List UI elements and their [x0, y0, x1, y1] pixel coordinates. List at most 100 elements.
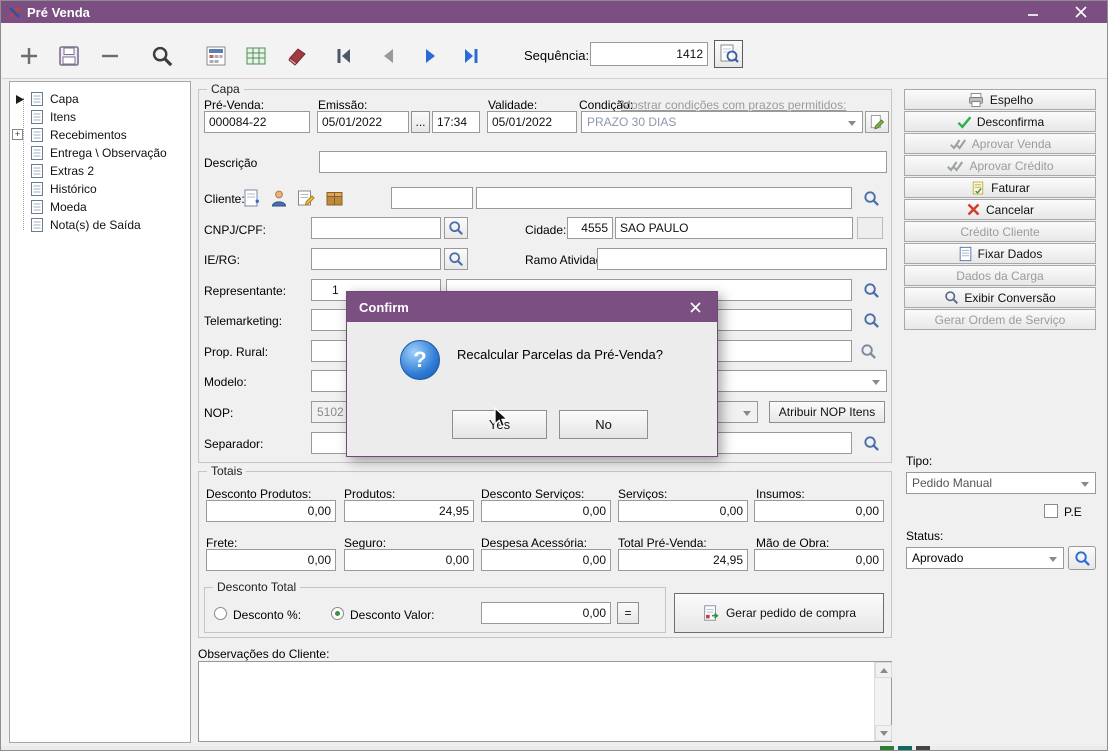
credito-cliente-button[interactable]: Crédito Cliente — [904, 221, 1096, 242]
espelho-button[interactable]: Espelho — [904, 89, 1096, 110]
cliente-package-button[interactable] — [322, 187, 346, 209]
cidade-label: Cidade: — [525, 223, 566, 237]
sidebar-item-capa[interactable]: Capa — [10, 90, 190, 108]
condicao-select[interactable]: PRAZO 30 DIAS — [581, 111, 863, 133]
produtos-input[interactable] — [344, 500, 474, 522]
total-pre-venda-input[interactable] — [618, 549, 748, 571]
aprovar-venda-button[interactable]: Aprovar Venda — [904, 133, 1096, 154]
cidade-extra-button[interactable] — [857, 217, 883, 239]
atribuir-nop-itens-button[interactable]: Atribuir NOP Itens — [769, 401, 885, 423]
mao-de-obra-label: Mão de Obra: — [756, 536, 829, 550]
frete-input[interactable] — [206, 549, 336, 571]
status-select[interactable]: Aprovado — [906, 547, 1064, 569]
pe-label: P.E — [1064, 505, 1082, 519]
equals-button[interactable]: = — [617, 602, 639, 624]
aprovar-credito-button[interactable]: Aprovar Crédito — [904, 155, 1096, 176]
cnpj-cpf-input[interactable] — [311, 217, 441, 239]
ie-rg-input[interactable] — [311, 248, 441, 270]
expand-plus-icon[interactable]: + — [12, 129, 23, 140]
emissao-time-input[interactable] — [432, 111, 480, 133]
emissao-more-button[interactable]: ... — [411, 111, 430, 133]
sidebar-item-historico[interactable]: Histórico — [10, 180, 190, 198]
calculator-button[interactable] — [202, 42, 230, 70]
faturar-button[interactable]: Faturar — [904, 177, 1096, 198]
prop-rural-search-button[interactable] — [856, 340, 880, 362]
status-search-button[interactable] — [1068, 546, 1096, 570]
condicao-link[interactable]: Mostrar condições com prazos permitidos: — [621, 98, 846, 112]
ramo-atividade-input[interactable] — [597, 248, 887, 270]
desconto-produtos-input[interactable] — [206, 500, 336, 522]
despesa-acessoria-input[interactable] — [481, 549, 611, 571]
sequence-input[interactable] — [590, 42, 708, 66]
desconto-valor-input[interactable] — [481, 602, 611, 624]
mao-de-obra-input[interactable] — [754, 549, 884, 571]
pre-venda-label: Pré-Venda: — [204, 98, 264, 112]
minimize-button[interactable] — [1011, 1, 1055, 23]
cliente-code-input[interactable] — [391, 187, 473, 209]
taskbar-icon — [916, 746, 930, 751]
search-button[interactable] — [148, 42, 176, 70]
observacoes-scrollbar[interactable] — [874, 662, 891, 741]
remove-button[interactable] — [96, 42, 124, 70]
representante-label: Representante: — [204, 284, 286, 298]
desconto-servicos-input[interactable] — [481, 500, 611, 522]
desconto-valor-radio[interactable] — [331, 607, 344, 620]
cidade-name-input[interactable] — [615, 217, 853, 239]
cnpj-search-button[interactable] — [444, 217, 468, 239]
save-button[interactable] — [54, 42, 84, 70]
dialog-close-button[interactable] — [683, 296, 707, 318]
pe-checkbox[interactable] — [1044, 504, 1058, 518]
condicao-edit-button[interactable] — [865, 111, 889, 133]
arrow-down-icon — [880, 731, 888, 736]
emissao-date-input[interactable] — [317, 111, 409, 133]
cliente-new-button[interactable] — [241, 187, 263, 209]
nav-first-button[interactable] — [330, 42, 358, 70]
ie-rg-search-button[interactable] — [444, 248, 468, 270]
close-button[interactable] — [1059, 1, 1103, 23]
cliente-contact-button[interactable] — [268, 187, 290, 209]
add-button[interactable] — [15, 42, 43, 70]
seguro-input[interactable] — [344, 549, 474, 571]
pre-venda-input[interactable] — [204, 111, 310, 133]
nav-next-button[interactable] — [416, 42, 444, 70]
scroll-down-button[interactable] — [875, 725, 892, 741]
desconfirma-button[interactable]: Desconfirma — [904, 111, 1096, 132]
cancelar-button[interactable]: Cancelar — [904, 199, 1096, 220]
grid-button[interactable] — [242, 42, 270, 70]
exibir-conversao-button[interactable]: Exibir Conversão — [904, 287, 1096, 308]
dados-da-carga-button[interactable]: Dados da Carga — [904, 265, 1096, 286]
sidebar-item-itens[interactable]: Itens — [10, 108, 190, 126]
gerar-ordem-servico-button[interactable]: Gerar Ordem de Serviço — [904, 309, 1096, 330]
cliente-properties-button[interactable] — [295, 187, 317, 209]
insumos-input[interactable] — [754, 500, 884, 522]
sidebar-item-extras-2[interactable]: Extras 2 — [10, 162, 190, 180]
nav-last-button[interactable] — [456, 42, 486, 70]
window-titlebar[interactable]: Pré Venda — [1, 1, 1107, 23]
cliente-name-input[interactable] — [476, 187, 852, 209]
nav-prev-button[interactable] — [374, 42, 402, 70]
validade-input[interactable] — [487, 111, 577, 133]
desconto-percent-label: Desconto %: — [233, 608, 301, 622]
no-button[interactable]: No — [559, 410, 648, 439]
desconto-percent-radio[interactable] — [214, 607, 227, 620]
total-pre-venda-label: Total Pré-Venda: — [618, 536, 707, 550]
scroll-up-button[interactable] — [875, 662, 892, 678]
servicos-input[interactable] — [618, 500, 748, 522]
eraser-button[interactable] — [282, 42, 310, 70]
telemarketing-search-button[interactable] — [859, 309, 883, 331]
descricao-input[interactable] — [319, 151, 887, 173]
cliente-search-button[interactable] — [859, 187, 883, 209]
representante-search-button[interactable] — [859, 279, 883, 301]
observacoes-textarea[interactable] — [198, 661, 892, 742]
tipo-select[interactable]: Pedido Manual — [906, 472, 1096, 494]
gerar-pedido-compra-button[interactable]: Gerar pedido de compra — [674, 593, 884, 633]
sidebar-item-moeda[interactable]: Moeda — [10, 198, 190, 216]
sidebar-item-entrega-observacao[interactable]: Entrega \ Observação — [10, 144, 190, 162]
fixar-dados-button[interactable]: Fixar Dados — [904, 243, 1096, 264]
separador-search-button[interactable] — [859, 432, 883, 454]
cidade-code-input[interactable] — [567, 217, 613, 239]
sequence-search-button[interactable] — [714, 40, 743, 68]
confirm-dialog-titlebar[interactable]: Confirm — [347, 292, 717, 322]
sidebar-item-notas-de-saida[interactable]: Nota(s) de Saída — [10, 216, 190, 234]
sidebar-item-recebimentos[interactable]: + Recebimentos — [10, 126, 190, 144]
